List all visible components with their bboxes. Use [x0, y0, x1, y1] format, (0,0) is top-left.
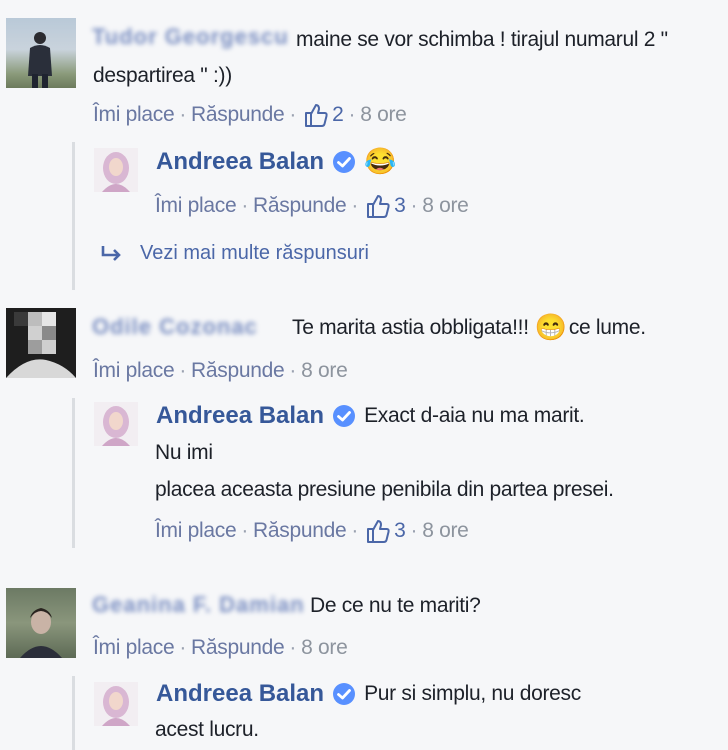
more-replies-link[interactable]: Vezi mai multe răspunsuri	[98, 242, 369, 265]
page-avatar[interactable]	[94, 402, 138, 446]
like-link[interactable]: Îmi place	[93, 636, 175, 660]
reply-actions: Îmi place · Răspunde · 3 · 8 ore	[155, 193, 469, 219]
verified-badge-icon	[333, 405, 356, 427]
like-link[interactable]: Îmi place	[93, 103, 175, 127]
reply-header: Andreea Balan Pur si simplu, nu doresc	[156, 680, 581, 708]
reply-link[interactable]: Răspunde	[253, 519, 347, 543]
like-link[interactable]: Îmi place	[155, 194, 237, 218]
like-link[interactable]: Îmi place	[155, 519, 237, 543]
reply-link[interactable]: Răspunde	[191, 359, 285, 383]
commenter-name[interactable]: Tudor Georgescu	[92, 24, 289, 50]
reply-link[interactable]: Răspunde	[191, 636, 285, 660]
like-count[interactable]: 3	[394, 194, 406, 218]
thumbs-up-icon[interactable]	[365, 518, 391, 544]
comment-text: despartirea " :))	[93, 64, 232, 87]
person-photo-icon	[20, 608, 62, 658]
separator-dot: ·	[241, 194, 249, 217]
thumbs-up-icon[interactable]	[303, 102, 329, 128]
more-replies-label[interactable]: Vezi mai multe răspunsuri	[140, 242, 369, 265]
separator-dot: ·	[289, 359, 297, 382]
comment-time[interactable]: 8 ore	[422, 519, 469, 543]
reply-header: Andreea Balan 😂	[156, 146, 396, 177]
reply-author[interactable]: Andreea Balan	[156, 148, 324, 176]
commenter-avatar[interactable]	[6, 18, 76, 88]
reply-text: placea aceasta presiune penibila din par…	[155, 478, 614, 501]
commenter-name[interactable]: Geanina F. Damian	[92, 592, 305, 618]
reply-link[interactable]: Răspunde	[253, 194, 347, 218]
reply-actions: Îmi place · Răspunde · 3 · 8 ore	[155, 518, 469, 544]
laughing-emoji: 😂	[364, 146, 397, 176]
comment-text-row: Te marita astia obbligata!!! 😁 ce lume.	[292, 312, 646, 343]
separator-dot: ·	[179, 636, 187, 659]
separator-dot: ·	[289, 636, 297, 659]
commenter-avatar[interactable]	[6, 588, 76, 658]
comment-text: De ce nu te mariti?	[310, 594, 481, 617]
comment-time[interactable]: 8 ore	[360, 103, 407, 127]
reply-arrow-icon	[101, 245, 121, 261]
reply-text: Exact d-aia nu ma marit.	[364, 404, 585, 427]
separator-dot: ·	[179, 359, 187, 382]
pixelated-photo-icon	[6, 312, 76, 378]
grinning-emoji: 😁	[534, 312, 567, 342]
verified-badge-icon	[333, 683, 356, 705]
comment-time[interactable]: 8 ore	[422, 194, 469, 218]
reply-text: acest lucru.	[155, 718, 259, 741]
page-avatar[interactable]	[94, 148, 138, 192]
comment-text: Te marita astia obbligata!!!	[292, 315, 529, 339]
like-count[interactable]: 2	[332, 103, 344, 127]
separator-dot: ·	[179, 103, 187, 126]
separator-dot: ·	[351, 194, 359, 217]
reply-thread-line	[72, 142, 75, 290]
comments-screen: { "comments": [ { "author": "Tudor Georg…	[0, 0, 728, 750]
comment-actions: Îmi place · Răspunde · 8 ore	[93, 636, 348, 660]
reply-thread-line	[72, 398, 75, 548]
profile-photo-icon	[102, 152, 130, 192]
reply-link[interactable]: Răspunde	[191, 103, 285, 127]
comment-time[interactable]: 8 ore	[301, 359, 348, 383]
comment-actions: Îmi place · Răspunde · 8 ore	[93, 359, 348, 383]
verified-badge-icon	[333, 150, 356, 173]
reply-header: Andreea Balan Exact d-aia nu ma marit.	[156, 402, 585, 430]
comment-actions: Îmi place · Răspunde · 2 · 8 ore	[93, 102, 407, 128]
reply-author[interactable]: Andreea Balan	[156, 402, 324, 430]
reply-author[interactable]: Andreea Balan	[156, 680, 324, 708]
profile-photo-icon	[102, 686, 130, 726]
comment-text: maine se vor schimba ! tirajul numarul 2…	[296, 28, 668, 51]
separator-dot: ·	[289, 103, 297, 126]
commenter-avatar[interactable]	[6, 308, 76, 378]
reply-text: Nu imi	[155, 441, 213, 464]
reply-text: Pur si simplu, nu doresc	[364, 682, 581, 705]
separator-dot: ·	[241, 519, 249, 542]
person-silhouette-icon	[28, 32, 52, 88]
reply-thread-line	[72, 676, 75, 750]
separator-dot: ·	[351, 519, 359, 542]
page-avatar[interactable]	[94, 682, 138, 726]
separator-dot: ·	[410, 194, 418, 217]
profile-photo-icon	[102, 406, 130, 446]
thumbs-up-icon[interactable]	[365, 193, 391, 219]
separator-dot: ·	[410, 519, 418, 542]
separator-dot: ·	[348, 103, 356, 126]
like-link[interactable]: Îmi place	[93, 359, 175, 383]
like-count[interactable]: 3	[394, 519, 406, 543]
comment-time[interactable]: 8 ore	[301, 636, 348, 660]
commenter-name[interactable]: Odile Cozonac	[92, 314, 258, 340]
comment-text: ce lume.	[568, 315, 646, 339]
